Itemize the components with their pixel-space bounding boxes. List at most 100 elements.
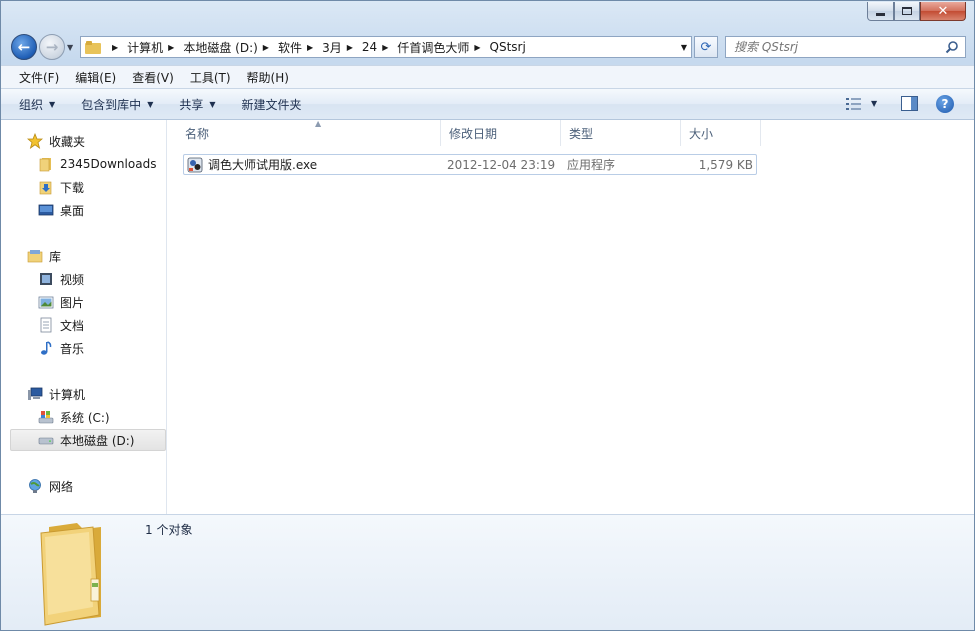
new-folder-button[interactable]: 新建文件夹 — [242, 96, 302, 113]
chevron-right-icon[interactable]: ▶ — [307, 43, 313, 52]
menu-help[interactable]: 帮助(H) — [239, 69, 297, 86]
back-button[interactable]: ← — [11, 34, 37, 60]
command-bar: 组织 ▼ 包含到库中 ▼ 共享 ▼ 新建文件夹 ▼ ? — [1, 89, 974, 120]
address-bar[interactable]: ▶ 计算机 ▶ 本地磁盘 (D:) ▶ 软件 ▶ 3月 ▶ 24 ▶ 仟首调色大… — [80, 36, 692, 58]
chevron-down-icon: ▼ — [49, 99, 56, 109]
column-header-label: 类型 — [569, 126, 594, 141]
chevron-right-icon[interactable]: ▶ — [474, 43, 480, 52]
menu-view[interactable]: 查看(V) — [124, 69, 182, 86]
organize-label: 组织 — [19, 97, 44, 112]
explorer-window: ✕ ← → ▼ ▶ 计算机 ▶ 本地磁盘 (D:) ▶ 软件 ▶ 3月 ▶ 24 — [0, 0, 975, 631]
nav-item-drive-d[interactable]: 本地磁盘 (D:) — [10, 429, 166, 451]
chevron-right-icon[interactable]: ▶ — [263, 43, 269, 52]
navigation-pane: 收藏夹 2345Downloads 下载 桌面 库 视频 图片 文档 音乐 计算… — [1, 120, 167, 514]
nav-item-label: 2345Downloads — [60, 157, 157, 171]
column-header-label: 修改日期 — [449, 126, 498, 141]
view-options-icon[interactable] — [846, 97, 862, 111]
column-header-label: 名称 — [185, 126, 210, 141]
chevron-down-icon: ▼ — [209, 99, 216, 109]
view-dropdown-icon[interactable]: ▼ — [871, 99, 877, 108]
menu-edit[interactable]: 编辑(E) — [67, 69, 124, 86]
nav-favorites-label: 收藏夹 — [49, 134, 86, 149]
network-icon — [29, 479, 41, 493]
search-box[interactable] — [725, 36, 966, 58]
menu-tools[interactable]: 工具(T) — [182, 69, 239, 86]
include-in-library-label: 包含到库中 — [81, 97, 142, 112]
drive-icon — [38, 437, 54, 445]
maximize-button[interactable] — [894, 2, 920, 21]
navigation-bar: ← → ▼ ▶ 计算机 ▶ 本地磁盘 (D:) ▶ 软件 ▶ 3月 ▶ 24 ▶… — [1, 31, 974, 63]
nav-item-pictures[interactable]: 图片 — [38, 291, 166, 313]
breadcrumb-item-24[interactable]: 24 — [362, 40, 377, 54]
nav-item-label: 下载 — [60, 180, 85, 195]
nav-item-desktop[interactable]: 桌面 — [38, 199, 166, 221]
new-folder-label: 新建文件夹 — [241, 97, 302, 112]
nav-item-music[interactable]: 音乐 — [38, 337, 166, 359]
column-header-label: 大小 — [689, 126, 714, 141]
table-row[interactable]: 调色大师试用版.exe 2012-12-04 23:19 应用程序 1,579 … — [183, 154, 757, 175]
column-header-type[interactable]: 类型 — [561, 120, 681, 146]
system-drive-icon — [38, 411, 54, 424]
nav-item-drive-c[interactable]: 系统 (C:) — [38, 406, 166, 428]
folder-icon — [40, 523, 101, 626]
search-input[interactable] — [734, 40, 934, 54]
nav-item-2345downloads[interactable]: 2345Downloads — [38, 153, 166, 175]
recent-pages-dropdown[interactable]: ▼ — [67, 43, 73, 52]
nav-item-label: 文档 — [60, 318, 85, 333]
nav-computer[interactable]: 计算机 — [27, 383, 166, 405]
preview-pane-button[interactable] — [901, 96, 918, 111]
organize-button[interactable]: 组织 ▼ — [19, 96, 55, 113]
document-icon — [40, 317, 52, 333]
library-icon — [27, 250, 43, 263]
forward-arrow-icon: → — [45, 38, 59, 56]
nav-item-videos[interactable]: 视频 — [38, 268, 166, 290]
file-name: 调色大师试用版.exe — [208, 158, 318, 172]
picture-icon — [38, 296, 54, 309]
refresh-button[interactable]: ⟳ — [694, 36, 718, 58]
nav-item-label: 本地磁盘 (D:) — [60, 433, 135, 448]
column-header-date[interactable]: 修改日期 — [441, 120, 561, 146]
chevron-right-icon[interactable]: ▶ — [382, 43, 388, 52]
music-note-icon — [41, 341, 52, 355]
nav-item-documents[interactable]: 文档 — [38, 314, 166, 336]
breadcrumb-item-computer[interactable]: 计算机 — [127, 39, 163, 56]
file-list: 名称 ▲ 修改日期 类型 大小 调色大师试用版.exe 2012-12-04 2… — [167, 119, 974, 514]
column-header-size[interactable]: 大小 — [681, 120, 761, 146]
nav-network[interactable]: 网络 — [27, 475, 166, 497]
minimize-button[interactable] — [867, 2, 894, 21]
nav-item-label: 音乐 — [60, 341, 85, 356]
nav-libraries-label: 库 — [49, 249, 62, 264]
breadcrumb: ▶ 计算机 ▶ 本地磁盘 (D:) ▶ 软件 ▶ 3月 ▶ 24 ▶ 仟首调色大… — [107, 37, 526, 57]
share-button[interactable]: 共享 ▼ — [179, 96, 215, 113]
menu-bar: 文件(F) 编辑(E) 查看(V) 工具(T) 帮助(H) — [1, 65, 974, 89]
search-icon[interactable] — [945, 40, 959, 54]
include-in-library-button[interactable]: 包含到库中 ▼ — [81, 96, 153, 113]
downloads-folder-icon — [39, 181, 52, 195]
video-icon — [40, 273, 52, 285]
nav-item-label: 图片 — [60, 295, 85, 310]
chevron-right-icon[interactable]: ▶ — [112, 43, 118, 52]
forward-button[interactable]: → — [39, 34, 65, 60]
breadcrumb-item-software[interactable]: 软件 — [278, 39, 302, 56]
nav-item-downloads[interactable]: 下载 — [38, 176, 166, 198]
application-icon — [187, 157, 203, 172]
menu-file[interactable]: 文件(F) — [11, 69, 67, 86]
chevron-right-icon[interactable]: ▶ — [347, 43, 353, 52]
folder-icon — [85, 40, 101, 54]
minimize-icon — [876, 12, 885, 16]
chevron-right-icon[interactable]: ▶ — [168, 43, 174, 52]
nav-libraries[interactable]: 库 — [27, 245, 166, 267]
breadcrumb-item-current[interactable]: QStsrj — [490, 40, 526, 54]
column-header-name[interactable]: 名称 ▲ — [177, 119, 441, 146]
address-history-dropdown[interactable]: ▼ — [681, 43, 687, 52]
nav-favorites[interactable]: 收藏夹 — [27, 130, 166, 152]
computer-icon — [28, 387, 43, 400]
close-button[interactable]: ✕ — [920, 2, 966, 21]
desktop-icon — [38, 204, 54, 216]
breadcrumb-item-drive-d[interactable]: 本地磁盘 (D:) — [183, 39, 257, 56]
help-button[interactable]: ? — [936, 95, 954, 113]
breadcrumb-item-march[interactable]: 3月 — [322, 39, 342, 56]
sort-ascending-icon: ▲ — [315, 119, 322, 128]
file-name-cell: 调色大师试用版.exe — [187, 155, 317, 174]
breadcrumb-item-app-folder[interactable]: 仟首调色大师 — [397, 39, 469, 56]
